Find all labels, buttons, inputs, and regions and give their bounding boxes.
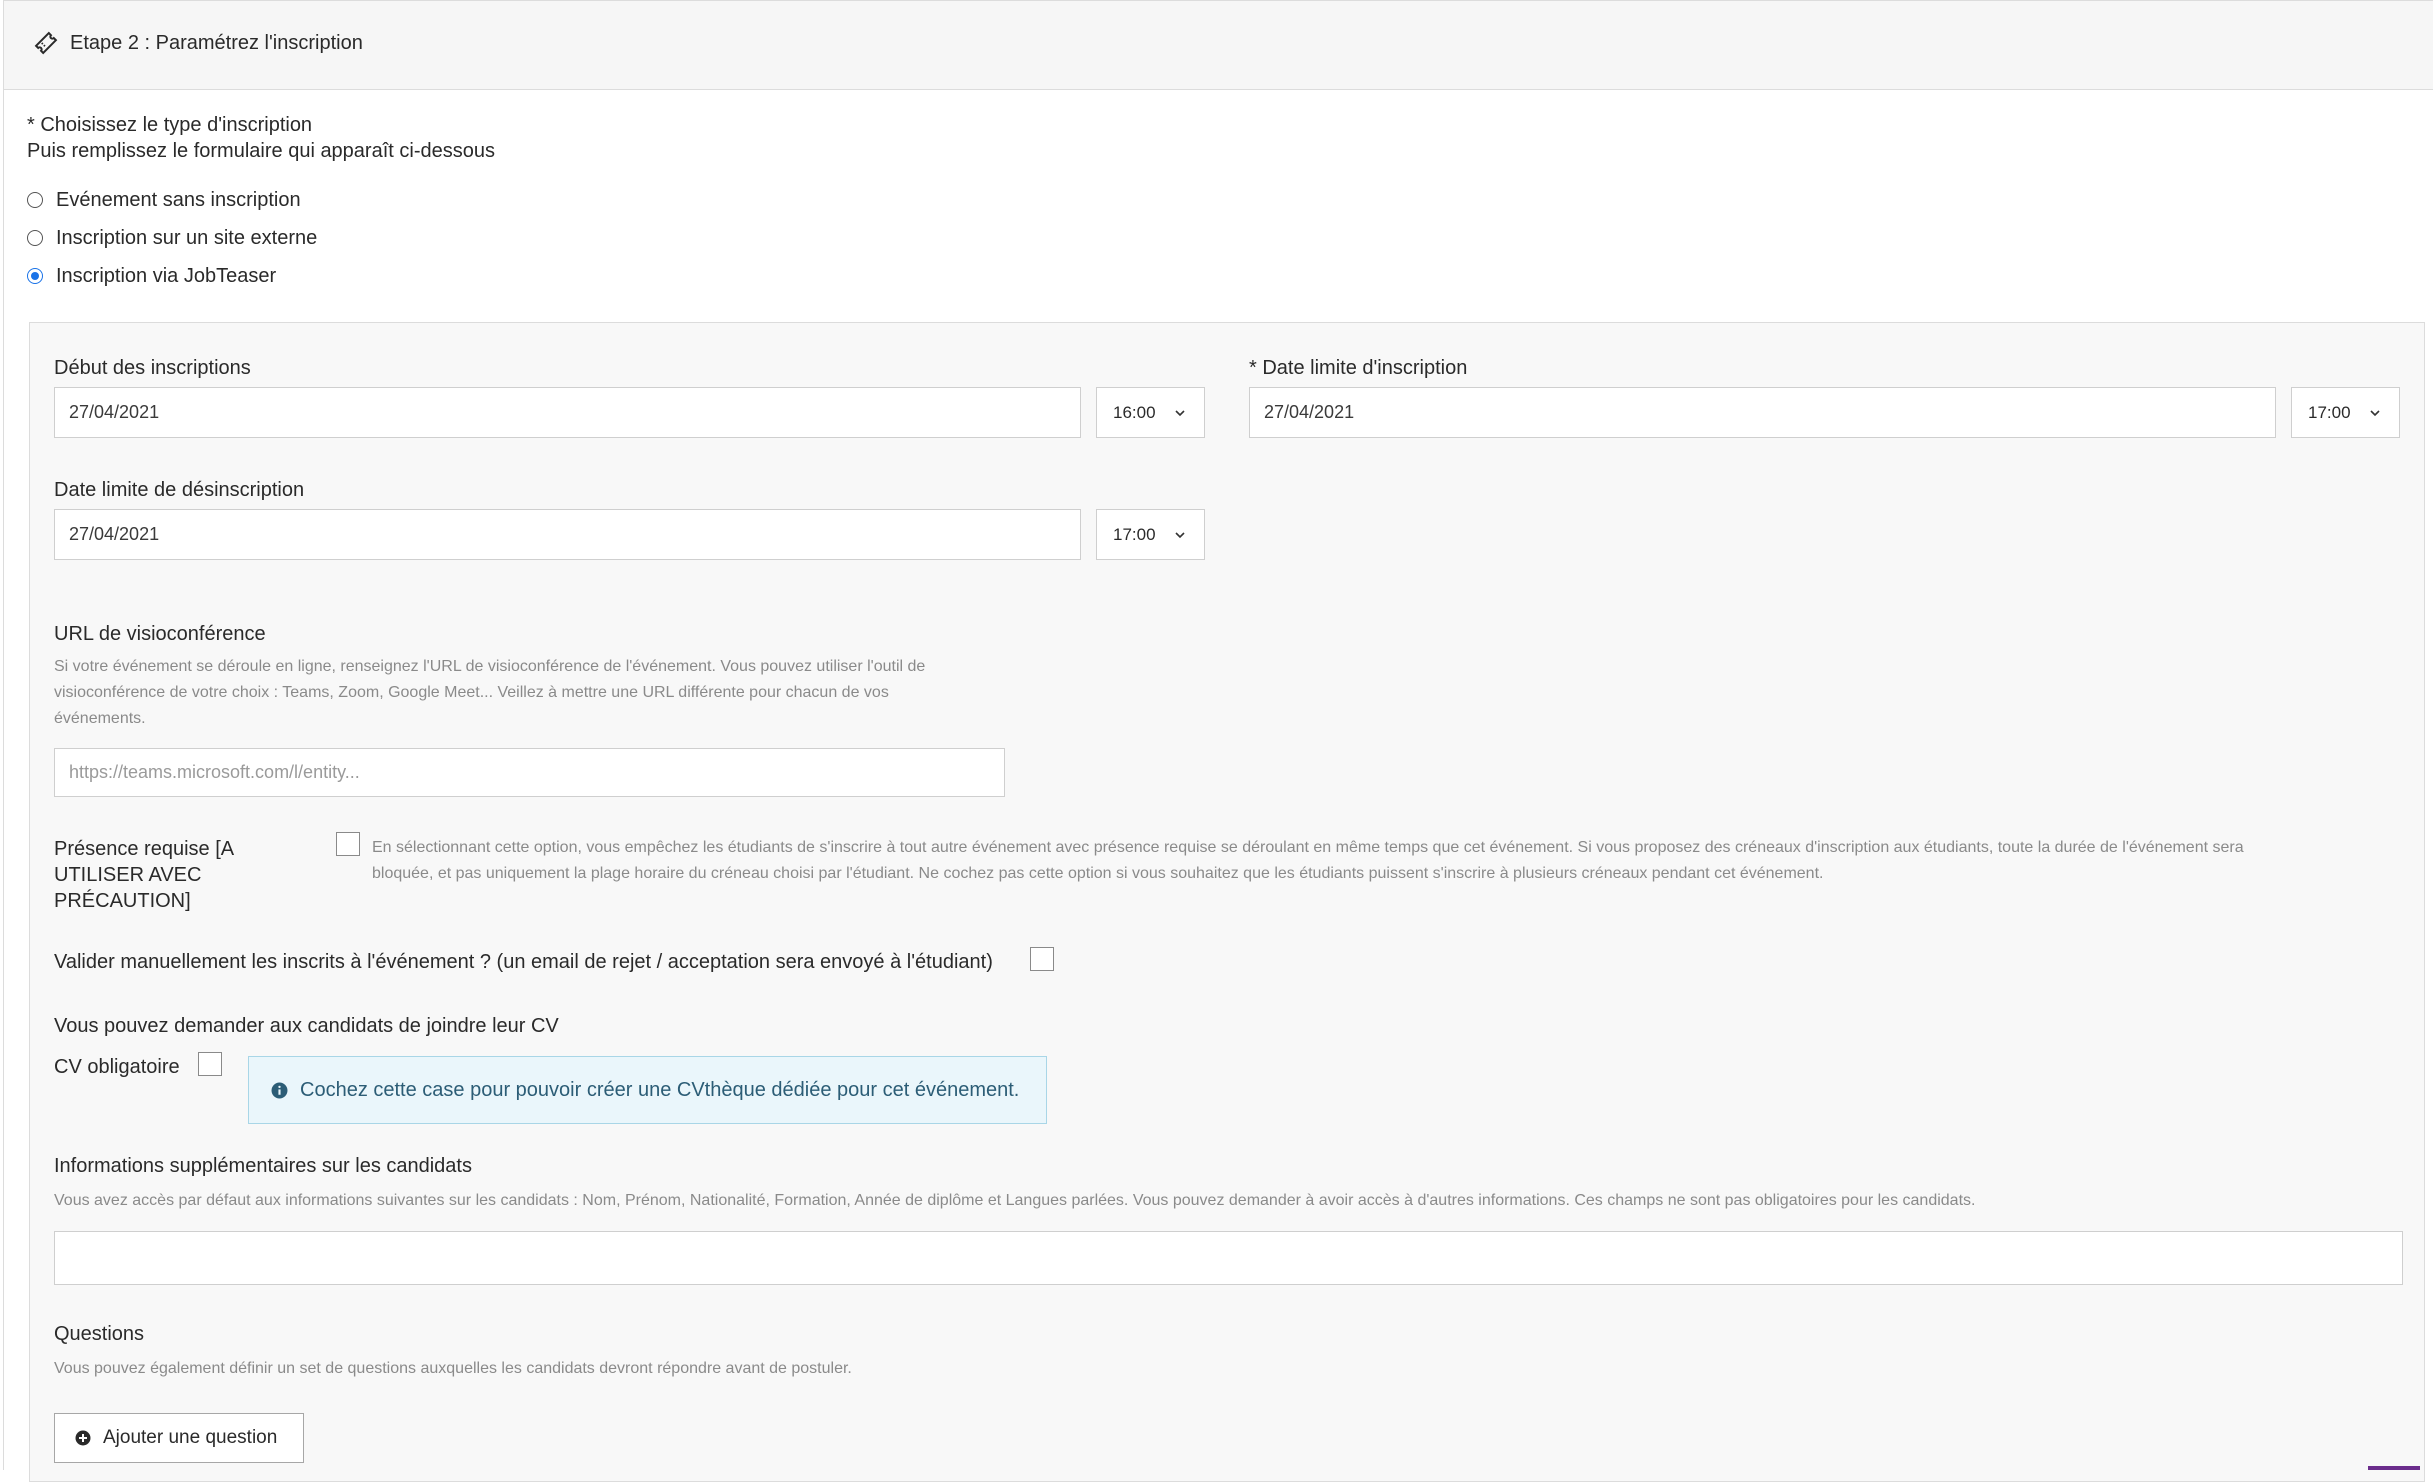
presence-label-line: UTILISER AVEC bbox=[54, 864, 202, 886]
presence-label-line: Présence requise [A bbox=[54, 838, 235, 860]
cv-required-label: CV obligatoire bbox=[54, 1056, 180, 1078]
chevron-down-icon bbox=[1175, 410, 1185, 417]
deadline-label: * Date limite d'inscription bbox=[1249, 357, 1468, 379]
presence-required-checkbox[interactable] bbox=[336, 832, 360, 856]
manual-validation-checkbox[interactable] bbox=[1030, 947, 1054, 971]
questions-label: Questions bbox=[54, 1323, 145, 1345]
presence-label-line: PRÉCAUTION] bbox=[54, 890, 191, 912]
manual-validation-label: Valider manuellement les inscrits à l'év… bbox=[54, 951, 993, 973]
unsubscribe-label: Date limite de désinscription bbox=[54, 479, 305, 501]
video-url-hint-line: visioconférence de votre choix : Teams, … bbox=[54, 684, 889, 701]
deadline-time-value: 17:00 bbox=[2308, 402, 2351, 422]
cv-info-text: Cochez cette case pour pouvoir créer une… bbox=[300, 1078, 1020, 1101]
cv-info-box: Cochez cette case pour pouvoir créer une… bbox=[248, 1056, 1047, 1124]
radio-label: Inscription via JobTeaser bbox=[56, 264, 277, 287]
unsubscribe-time-value: 17:00 bbox=[1113, 524, 1156, 544]
chevron-down-icon bbox=[1175, 532, 1185, 539]
unsubscribe-time-select[interactable]: 17:00 bbox=[1096, 509, 1205, 560]
page-title: Etape 2 : Paramétrez l'inscription bbox=[70, 32, 363, 54]
cv-required-checkbox[interactable] bbox=[198, 1052, 222, 1076]
questions-hint: Vous pouvez également définir un set de … bbox=[54, 1360, 852, 1377]
radio-button[interactable] bbox=[27, 230, 43, 246]
add-question-label: Ajouter une question bbox=[103, 1427, 278, 1448]
radio-button[interactable] bbox=[27, 192, 43, 208]
start-time-value: 16:00 bbox=[1113, 402, 1156, 422]
extra-info-input[interactable] bbox=[54, 1231, 2403, 1285]
presence-description-line: En sélectionnant cette option, vous empê… bbox=[372, 839, 2244, 856]
card-header: Etape 2 : Paramétrez l'inscription bbox=[4, 1, 2433, 90]
registration-card: Etape 2 : Paramétrez l'inscription * Cho… bbox=[3, 0, 2433, 1482]
video-url-input[interactable]: https://teams.microsoft.com/l/entity... bbox=[54, 748, 1005, 797]
radio-button-selected[interactable] bbox=[27, 268, 43, 284]
video-url-hint-line: événements. bbox=[54, 710, 146, 727]
radio-label: Inscription sur un site externe bbox=[56, 226, 318, 249]
radio-label: Evénement sans inscription bbox=[56, 188, 301, 211]
jobteaser-form-panel: Début des inscriptions 27/04/2021 16:00 … bbox=[29, 322, 2425, 1482]
video-url-hint-line: Si votre événement se déroule en ligne, … bbox=[54, 658, 926, 675]
registration-type-title: * Choisissez le type d'inscription bbox=[27, 114, 313, 136]
start-date-label: Début des inscriptions bbox=[54, 357, 251, 379]
chevron-down-icon bbox=[2370, 410, 2380, 417]
deadline-date-input[interactable]: 27/04/2021 bbox=[1249, 387, 2276, 438]
cv-intro: Vous pouvez demander aux candidats de jo… bbox=[54, 1015, 559, 1037]
video-url-label: URL de visioconférence bbox=[54, 623, 266, 645]
start-date-input[interactable]: 27/04/2021 bbox=[54, 387, 1081, 438]
presence-required-label: Présence requise [A UTILISER AVEC PRÉCAU… bbox=[54, 836, 234, 914]
deadline-time-select[interactable]: 17:00 bbox=[2291, 387, 2400, 438]
extra-info-label: Informations supplémentaires sur les can… bbox=[54, 1155, 472, 1177]
add-question-button[interactable]: Ajouter une question bbox=[54, 1413, 304, 1463]
start-time-select[interactable]: 16:00 bbox=[1096, 387, 1205, 438]
extra-info-hint: Vous avez accès par défaut aux informati… bbox=[54, 1192, 1976, 1209]
radio-external-site[interactable]: Inscription sur un site externe bbox=[27, 226, 317, 250]
radio-jobteaser[interactable]: Inscription via JobTeaser bbox=[27, 264, 276, 288]
radio-no-registration[interactable]: Evénement sans inscription bbox=[27, 188, 301, 212]
info-icon bbox=[271, 1082, 288, 1098]
registration-type-subtitle: Puis remplissez le formulaire qui appara… bbox=[27, 140, 495, 162]
unsubscribe-date-input[interactable]: 27/04/2021 bbox=[54, 509, 1081, 560]
ticket-icon bbox=[34, 31, 58, 55]
plus-circle-icon bbox=[75, 1430, 91, 1446]
corner-accent bbox=[2368, 1466, 2420, 1470]
presence-description-line: bloquée, et pas uniquement la plage hora… bbox=[372, 865, 1824, 882]
